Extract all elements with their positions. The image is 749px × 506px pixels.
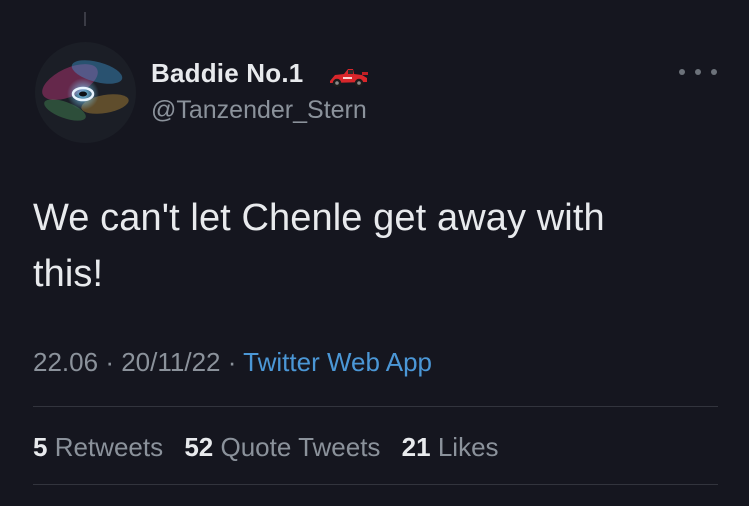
retweets-count: 5 bbox=[33, 432, 48, 462]
retweets-label: Retweets bbox=[54, 432, 164, 462]
tweet-card: Baddie No.1 @Tanzender_Stern We can't le… bbox=[0, 0, 749, 506]
tweet-source-link[interactable]: Twitter Web App bbox=[243, 347, 432, 377]
divider bbox=[33, 484, 718, 485]
likes-stat[interactable]: 21 Likes bbox=[402, 432, 499, 462]
more-dot-icon bbox=[695, 69, 701, 75]
quote-tweets-stat[interactable]: 52 Quote Tweets bbox=[184, 432, 380, 462]
racing-car-icon bbox=[330, 69, 368, 88]
tweet-text-line: this! bbox=[33, 253, 104, 295]
more-dot-icon bbox=[679, 69, 685, 75]
tweet-text-line: We can't let Chenle get away with bbox=[33, 197, 605, 239]
meta-separator: · bbox=[227, 347, 237, 377]
retweets-stat[interactable]: 5 Retweets bbox=[33, 432, 163, 462]
tweet-text: We can't let Chenle get away with this! bbox=[33, 190, 713, 302]
quote-tweets-label: Quote Tweets bbox=[220, 432, 381, 462]
likes-label: Likes bbox=[437, 432, 499, 462]
thread-connector-line bbox=[84, 12, 86, 26]
meta-separator: · bbox=[105, 347, 114, 377]
quote-tweets-count: 52 bbox=[184, 432, 214, 462]
likes-count: 21 bbox=[401, 432, 431, 462]
tweet-stats: 5 Retweets 52 Quote Tweets 21 Likes bbox=[33, 432, 513, 463]
more-options-icon[interactable] bbox=[679, 60, 717, 84]
author-handle[interactable]: @Tanzender_Stern bbox=[151, 96, 367, 125]
divider bbox=[33, 406, 718, 407]
avatar[interactable] bbox=[35, 42, 136, 143]
tweet-meta: 22.06 · 20/11/22 · Twitter Web App bbox=[33, 347, 432, 378]
more-dot-icon bbox=[711, 69, 717, 75]
avatar-image bbox=[35, 42, 136, 143]
tweet-date[interactable]: 20/11/22 bbox=[121, 347, 220, 377]
tweet-time[interactable]: 22.06 bbox=[33, 347, 98, 377]
author-display-name[interactable]: Baddie No.1 bbox=[151, 58, 303, 89]
